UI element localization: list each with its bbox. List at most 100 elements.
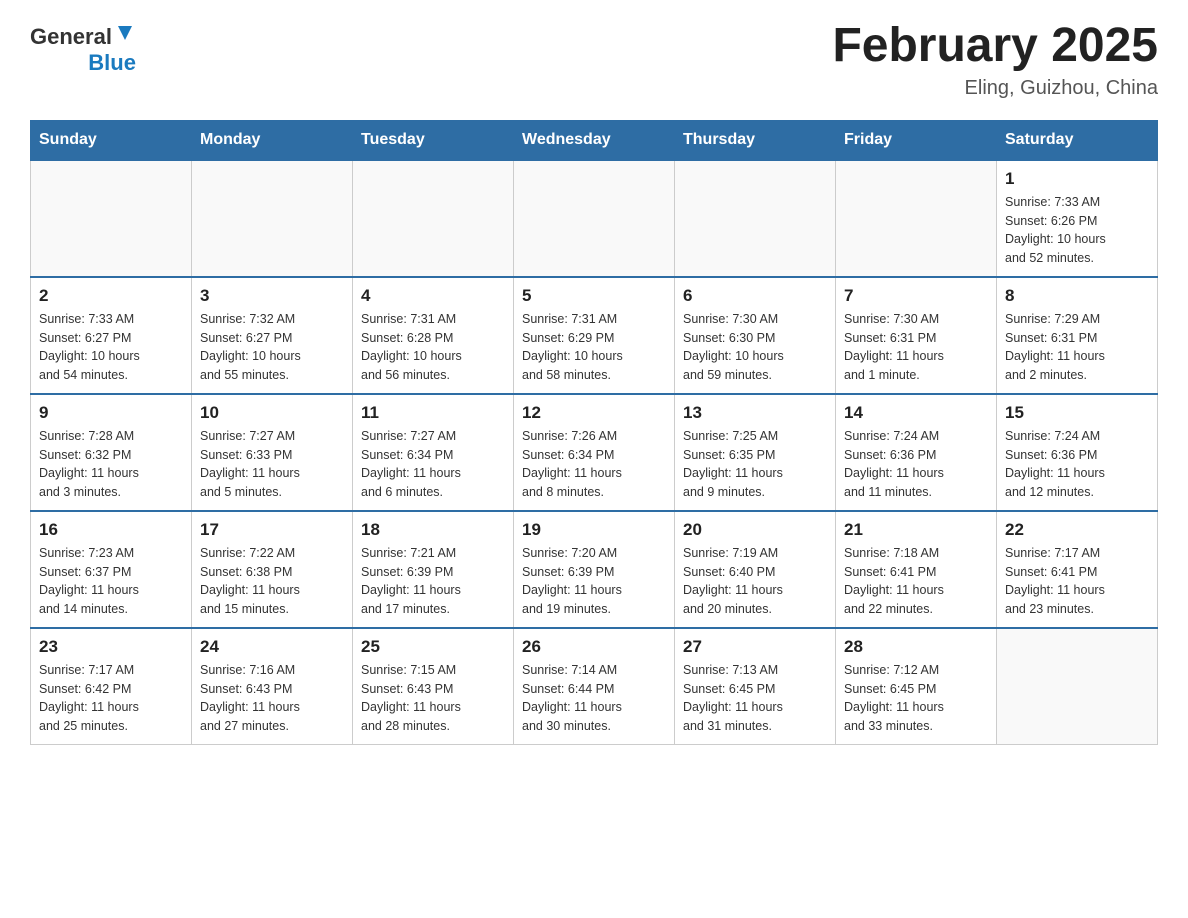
day-number: 21	[844, 520, 988, 540]
calendar-cell: 1 Sunrise: 7:33 AM Sunset: 6:26 PM Daylig…	[997, 160, 1158, 277]
day-number: 19	[522, 520, 666, 540]
calendar-cell: 16Sunrise: 7:23 AM Sunset: 6:37 PM Dayli…	[31, 511, 192, 628]
day-number: 26	[522, 637, 666, 657]
calendar-table: SundayMondayTuesdayWednesdayThursdayFrid…	[30, 120, 1158, 745]
day-number: 8	[1005, 286, 1149, 306]
calendar-cell: 18 Sunrise: 7:21 AM Sunset: 6:39 PM Dayli…	[353, 511, 514, 628]
logo-blue: Blue	[88, 50, 136, 76]
day-number: 20	[683, 520, 827, 540]
location: Eling, Guizhou, China	[832, 77, 1158, 100]
day-number: 5	[522, 286, 666, 306]
calendar-cell	[675, 160, 836, 277]
day-info: Sunrise: 7:20 AM Sunset: 6:39 PM Dayligh…	[522, 544, 666, 619]
calendar-week-row: 2Sunrise: 7:33 AM Sunset: 6:27 PM Daylig…	[31, 277, 1158, 394]
day-info: Sunrise: 7:21 AM Sunset: 6:39 PM Dayligh…	[361, 544, 505, 619]
day-info: Sunrise: 7:31 AM Sunset: 6:29 PM Dayligh…	[522, 310, 666, 385]
day-info: Sunrise: 7:33 AM Sunset: 6:27 PM Dayligh…	[39, 310, 183, 385]
day-number: 27	[683, 637, 827, 657]
calendar-cell: 2Sunrise: 7:33 AM Sunset: 6:27 PM Daylig…	[31, 277, 192, 394]
page-header: General Blue February 2025 Eling, Guizho…	[30, 20, 1158, 100]
calendar-cell: 8 Sunrise: 7:29 AM Sunset: 6:31 PM Daylig…	[997, 277, 1158, 394]
day-info: Sunrise: 7:12 AM Sunset: 6:45 PM Dayligh…	[844, 661, 988, 736]
calendar-cell	[192, 160, 353, 277]
day-number: 1	[1005, 169, 1149, 189]
day-info: Sunrise: 7:24 AM Sunset: 6:36 PM Dayligh…	[1005, 427, 1149, 502]
day-header-friday: Friday	[836, 120, 997, 160]
calendar-week-row: 1 Sunrise: 7:33 AM Sunset: 6:26 PM Daylig…	[31, 160, 1158, 277]
day-number: 28	[844, 637, 988, 657]
day-number: 3	[200, 286, 344, 306]
calendar-cell: 7 Sunrise: 7:30 AM Sunset: 6:31 PM Daylig…	[836, 277, 997, 394]
day-info: Sunrise: 7:15 AM Sunset: 6:43 PM Dayligh…	[361, 661, 505, 736]
month-title: February 2025	[832, 20, 1158, 73]
day-number: 23	[39, 637, 183, 657]
day-number: 24	[200, 637, 344, 657]
day-header-wednesday: Wednesday	[514, 120, 675, 160]
calendar-cell: 11 Sunrise: 7:27 AM Sunset: 6:34 PM Dayli…	[353, 394, 514, 511]
calendar-cell	[353, 160, 514, 277]
calendar-week-row: 23Sunrise: 7:17 AM Sunset: 6:42 PM Dayli…	[31, 628, 1158, 745]
calendar-week-row: 16Sunrise: 7:23 AM Sunset: 6:37 PM Dayli…	[31, 511, 1158, 628]
calendar-cell: 15 Sunrise: 7:24 AM Sunset: 6:36 PM Dayli…	[997, 394, 1158, 511]
day-number: 22	[1005, 520, 1149, 540]
day-info: Sunrise: 7:17 AM Sunset: 6:41 PM Dayligh…	[1005, 544, 1149, 619]
calendar-cell: 3 Sunrise: 7:32 AM Sunset: 6:27 PM Daylig…	[192, 277, 353, 394]
calendar-cell	[31, 160, 192, 277]
day-header-tuesday: Tuesday	[353, 120, 514, 160]
day-info: Sunrise: 7:24 AM Sunset: 6:36 PM Dayligh…	[844, 427, 988, 502]
calendar-cell: 26 Sunrise: 7:14 AM Sunset: 6:44 PM Dayli…	[514, 628, 675, 745]
day-number: 7	[844, 286, 988, 306]
calendar-cell: 13 Sunrise: 7:25 AM Sunset: 6:35 PM Dayli…	[675, 394, 836, 511]
calendar-week-row: 9 Sunrise: 7:28 AM Sunset: 6:32 PM Daylig…	[31, 394, 1158, 511]
day-number: 12	[522, 403, 666, 423]
day-info: Sunrise: 7:29 AM Sunset: 6:31 PM Dayligh…	[1005, 310, 1149, 385]
calendar-cell	[997, 628, 1158, 745]
calendar-cell: 4 Sunrise: 7:31 AM Sunset: 6:28 PM Daylig…	[353, 277, 514, 394]
calendar-cell	[514, 160, 675, 277]
day-info: Sunrise: 7:30 AM Sunset: 6:30 PM Dayligh…	[683, 310, 827, 385]
day-info: Sunrise: 7:16 AM Sunset: 6:43 PM Dayligh…	[200, 661, 344, 736]
day-number: 11	[361, 403, 505, 423]
calendar-cell	[836, 160, 997, 277]
calendar-cell: 12Sunrise: 7:26 AM Sunset: 6:34 PM Dayli…	[514, 394, 675, 511]
calendar-cell: 5 Sunrise: 7:31 AM Sunset: 6:29 PM Daylig…	[514, 277, 675, 394]
calendar-cell: 21Sunrise: 7:18 AM Sunset: 6:41 PM Dayli…	[836, 511, 997, 628]
day-info: Sunrise: 7:27 AM Sunset: 6:33 PM Dayligh…	[200, 427, 344, 502]
day-info: Sunrise: 7:33 AM Sunset: 6:26 PM Dayligh…	[1005, 193, 1149, 268]
calendar-cell: 9 Sunrise: 7:28 AM Sunset: 6:32 PM Daylig…	[31, 394, 192, 511]
logo: General Blue	[30, 20, 136, 76]
day-number: 18	[361, 520, 505, 540]
day-info: Sunrise: 7:14 AM Sunset: 6:44 PM Dayligh…	[522, 661, 666, 736]
day-info: Sunrise: 7:22 AM Sunset: 6:38 PM Dayligh…	[200, 544, 344, 619]
calendar-cell: 27 Sunrise: 7:13 AM Sunset: 6:45 PM Dayli…	[675, 628, 836, 745]
logo-general: General	[30, 24, 112, 50]
day-info: Sunrise: 7:25 AM Sunset: 6:35 PM Dayligh…	[683, 427, 827, 502]
calendar-cell: 6 Sunrise: 7:30 AM Sunset: 6:30 PM Daylig…	[675, 277, 836, 394]
calendar-cell: 14 Sunrise: 7:24 AM Sunset: 6:36 PM Dayli…	[836, 394, 997, 511]
calendar-header-row: SundayMondayTuesdayWednesdayThursdayFrid…	[31, 120, 1158, 160]
day-info: Sunrise: 7:32 AM Sunset: 6:27 PM Dayligh…	[200, 310, 344, 385]
day-number: 9	[39, 403, 183, 423]
day-info: Sunrise: 7:30 AM Sunset: 6:31 PM Dayligh…	[844, 310, 988, 385]
day-info: Sunrise: 7:19 AM Sunset: 6:40 PM Dayligh…	[683, 544, 827, 619]
day-header-monday: Monday	[192, 120, 353, 160]
day-number: 15	[1005, 403, 1149, 423]
calendar-cell: 10Sunrise: 7:27 AM Sunset: 6:33 PM Dayli…	[192, 394, 353, 511]
day-number: 14	[844, 403, 988, 423]
day-number: 17	[200, 520, 344, 540]
day-info: Sunrise: 7:23 AM Sunset: 6:37 PM Dayligh…	[39, 544, 183, 619]
day-number: 4	[361, 286, 505, 306]
day-number: 13	[683, 403, 827, 423]
calendar-cell: 17 Sunrise: 7:22 AM Sunset: 6:38 PM Dayli…	[192, 511, 353, 628]
day-number: 6	[683, 286, 827, 306]
day-header-thursday: Thursday	[675, 120, 836, 160]
calendar-cell: 24 Sunrise: 7:16 AM Sunset: 6:43 PM Dayli…	[192, 628, 353, 745]
calendar-cell: 25 Sunrise: 7:15 AM Sunset: 6:43 PM Dayli…	[353, 628, 514, 745]
day-info: Sunrise: 7:31 AM Sunset: 6:28 PM Dayligh…	[361, 310, 505, 385]
calendar-cell: 22 Sunrise: 7:17 AM Sunset: 6:41 PM Dayli…	[997, 511, 1158, 628]
day-info: Sunrise: 7:27 AM Sunset: 6:34 PM Dayligh…	[361, 427, 505, 502]
day-info: Sunrise: 7:28 AM Sunset: 6:32 PM Dayligh…	[39, 427, 183, 502]
day-info: Sunrise: 7:13 AM Sunset: 6:45 PM Dayligh…	[683, 661, 827, 736]
day-number: 25	[361, 637, 505, 657]
day-header-sunday: Sunday	[31, 120, 192, 160]
